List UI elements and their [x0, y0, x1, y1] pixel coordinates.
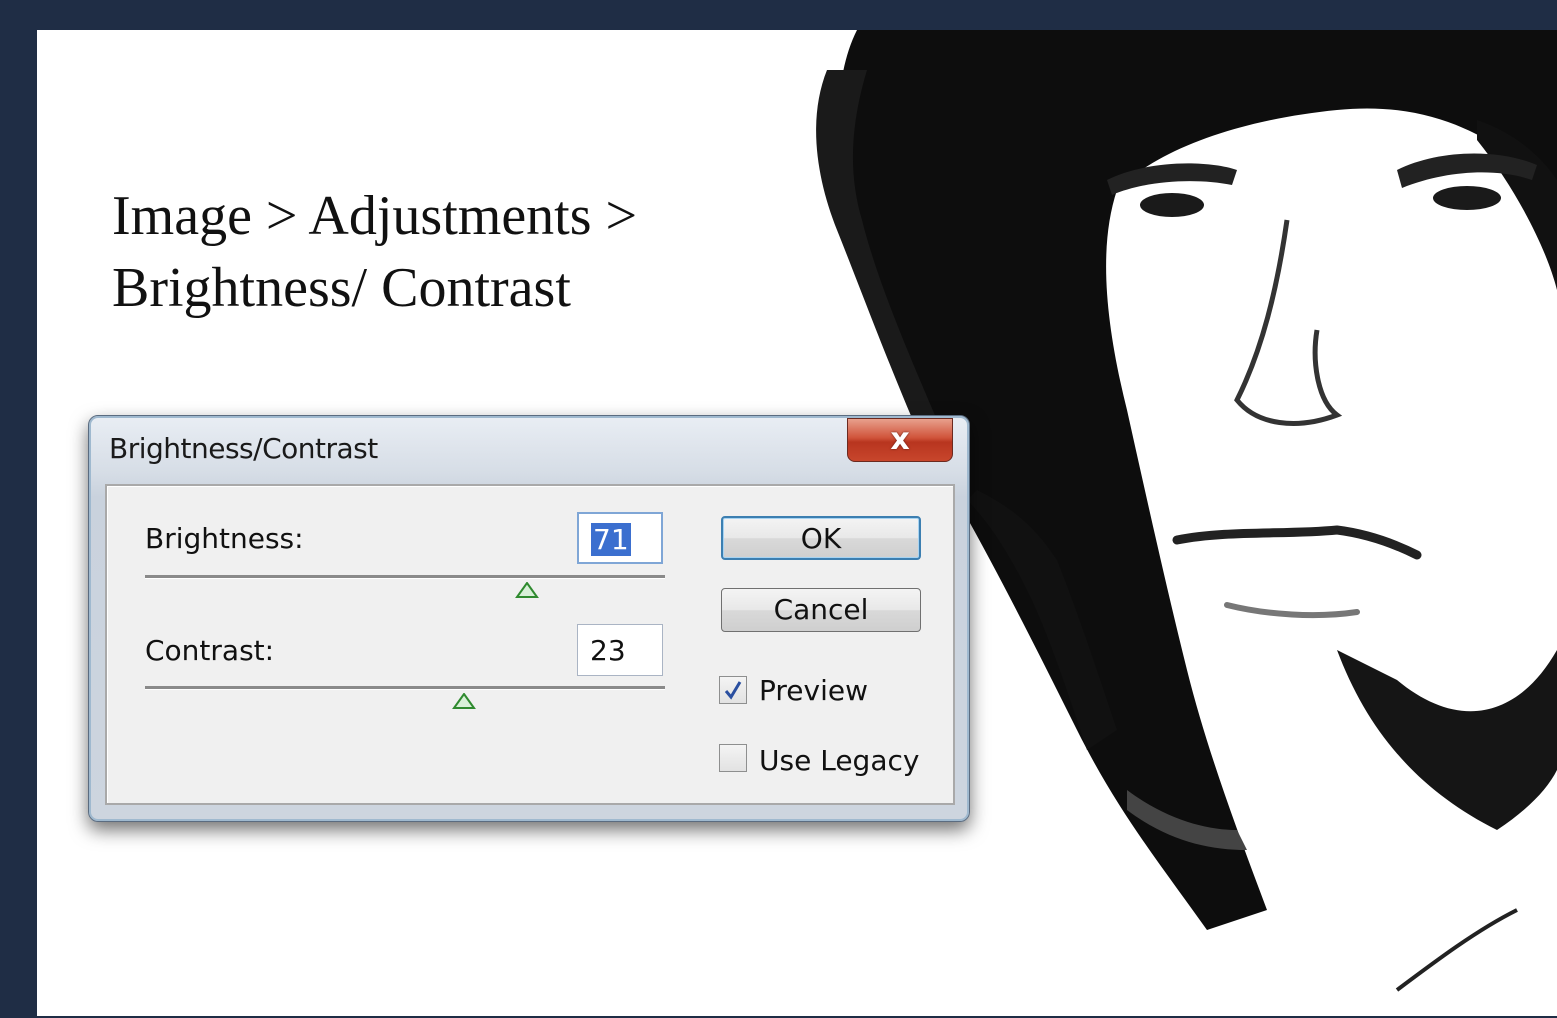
dialog-panel: Brightness: 71 Contrast: 23 OK Cancel Pr… — [105, 484, 955, 805]
contrast-value: 23 — [590, 634, 626, 667]
contrast-slider-track[interactable] — [145, 686, 665, 690]
preview-label[interactable]: Preview — [759, 674, 868, 707]
brightness-value: 71 — [591, 523, 631, 556]
ok-button[interactable]: OK — [721, 516, 921, 560]
preview-checkbox[interactable] — [719, 676, 747, 704]
cancel-button[interactable]: Cancel — [721, 588, 921, 632]
brightness-label: Brightness: — [145, 522, 304, 555]
instruction-line-1: Image > Adjustments > — [112, 185, 638, 247]
brightness-slider-thumb[interactable] — [515, 582, 539, 600]
close-button[interactable]: x — [847, 418, 953, 462]
brightness-input[interactable]: 71 — [577, 512, 663, 564]
instruction-line-2: Brightness/ Contrast — [112, 257, 571, 319]
use-legacy-label[interactable]: Use Legacy — [759, 744, 919, 777]
contrast-slider-thumb[interactable] — [452, 693, 476, 711]
checkmark-icon — [724, 681, 742, 700]
brightness-slider-track[interactable] — [145, 575, 665, 579]
use-legacy-checkbox[interactable] — [719, 744, 747, 772]
contrast-label: Contrast: — [145, 634, 275, 667]
contrast-input[interactable]: 23 — [577, 624, 663, 676]
instruction-text: Image > Adjustments > Brightness/ Contra… — [112, 180, 637, 324]
dialog-title: Brightness/Contrast — [109, 432, 378, 465]
brightness-contrast-dialog: Brightness/Contrast x Brightness: 71 Con… — [88, 415, 970, 822]
close-icon: x — [890, 421, 910, 457]
